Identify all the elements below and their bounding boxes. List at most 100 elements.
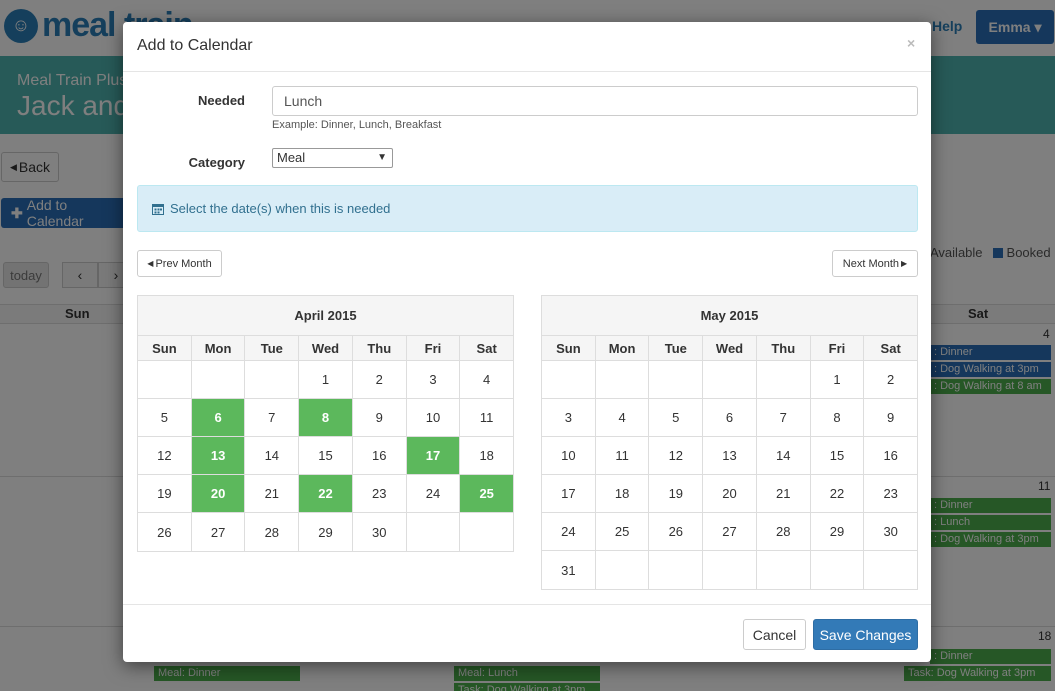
day-cell[interactable]: 28 xyxy=(757,513,811,550)
day-cell[interactable]: 4 xyxy=(460,361,513,398)
day-cell[interactable]: 4 xyxy=(596,399,650,436)
day-cell[interactable]: 16 xyxy=(353,437,407,474)
empty-day-cell xyxy=(703,551,757,589)
day-cell[interactable]: 20 xyxy=(191,475,246,512)
day-cell[interactable]: 1 xyxy=(299,361,353,398)
week-row: 24 25 26 27 28 29 30 xyxy=(542,513,917,551)
empty-day-cell xyxy=(138,361,192,398)
day-cell[interactable]: 18 xyxy=(596,475,650,512)
day-cell[interactable]: 14 xyxy=(245,437,300,474)
day-cell[interactable]: 24 xyxy=(542,513,596,550)
day-cell[interactable]: 5 xyxy=(649,399,704,436)
day-cell[interactable]: 3 xyxy=(542,399,596,436)
week-row: 19 20 21 22 23 24 25 xyxy=(138,475,514,513)
day-cell[interactable]: 25 xyxy=(596,513,650,550)
day-cell[interactable]: 6 xyxy=(703,399,757,436)
caret-down-icon: ▼ xyxy=(377,152,387,163)
modal-footer: Cancel Save Changes xyxy=(123,604,931,662)
day-cell[interactable]: 13 xyxy=(191,437,246,474)
day-cell[interactable]: 2 xyxy=(864,361,917,398)
week-row: 3456789 xyxy=(542,399,917,437)
caret-left-icon: ◀ xyxy=(147,259,154,268)
day-cell[interactable]: 11 xyxy=(460,399,513,436)
weekday-label: Mon xyxy=(596,336,650,360)
day-cell[interactable]: 15 xyxy=(811,437,865,474)
day-cell[interactable]: 17 xyxy=(406,437,461,474)
empty-day-cell xyxy=(757,551,811,589)
day-cell[interactable]: 3 xyxy=(407,361,461,398)
day-cell[interactable]: 30 xyxy=(864,513,917,550)
day-cell[interactable]: 31 xyxy=(542,551,596,589)
day-cell[interactable]: 25 xyxy=(460,475,514,512)
day-cell[interactable]: 18 xyxy=(460,437,513,474)
day-cell[interactable]: 19 xyxy=(649,475,704,512)
day-cell[interactable]: 1 xyxy=(811,361,865,398)
category-label: Category xyxy=(188,155,245,170)
day-cell[interactable]: 7 xyxy=(757,399,811,436)
day-cell[interactable]: 29 xyxy=(299,513,353,551)
day-cell[interactable]: 9 xyxy=(864,399,917,436)
add-to-calendar-modal: Add to Calendar × Needed Lunch Example: … xyxy=(123,22,931,662)
day-cell[interactable]: 15 xyxy=(299,437,353,474)
category-select[interactable]: Meal ▼ xyxy=(272,148,393,168)
day-cell[interactable]: 30 xyxy=(353,513,407,551)
day-cell[interactable]: 17 xyxy=(542,475,596,512)
day-cell[interactable]: 12 xyxy=(138,437,192,474)
day-cell[interactable]: 8 xyxy=(811,399,865,436)
weekday-label: Tue xyxy=(649,336,704,360)
next-month-label: Next Month xyxy=(842,257,900,270)
weekday-header-row: Sun Mon Tue Wed Thu Fri Sat xyxy=(138,336,513,361)
save-changes-button[interactable]: Save Changes xyxy=(813,619,918,650)
weekday-header-row: Sun Mon Tue Wed Thu Fri Sat xyxy=(542,336,917,361)
cancel-button[interactable]: Cancel xyxy=(743,619,806,650)
day-cell[interactable]: 28 xyxy=(245,513,300,551)
day-cell[interactable]: 11 xyxy=(596,437,650,474)
day-cell[interactable]: 24 xyxy=(407,475,461,512)
empty-day-cell xyxy=(542,361,596,398)
day-cell[interactable]: 26 xyxy=(649,513,704,550)
next-month-button[interactable]: Next Month ▶ xyxy=(832,250,918,277)
empty-day-cell xyxy=(596,551,650,589)
weekday-label: Wed xyxy=(703,336,757,360)
day-cell[interactable]: 12 xyxy=(649,437,704,474)
weekday-label: Sat xyxy=(880,340,901,356)
day-cell[interactable]: 22 xyxy=(811,475,865,512)
weekday-label: Tue xyxy=(245,336,300,360)
day-cell[interactable]: 21 xyxy=(757,475,811,512)
day-cell[interactable]: 13 xyxy=(703,437,757,474)
day-cell[interactable]: 2 xyxy=(353,361,407,398)
day-cell[interactable]: 27 xyxy=(192,513,246,551)
alert-text: Select the date(s) when this is needed xyxy=(170,201,391,216)
close-icon[interactable]: × xyxy=(907,35,915,51)
needed-label: Needed xyxy=(198,93,245,108)
day-cell[interactable]: 19 xyxy=(138,475,192,512)
day-cell[interactable]: 23 xyxy=(353,475,407,512)
day-cell[interactable]: 29 xyxy=(811,513,865,550)
modal-header: Add to Calendar × xyxy=(123,22,931,72)
day-cell[interactable]: 10 xyxy=(407,399,461,436)
needed-input[interactable]: Lunch xyxy=(272,86,918,116)
day-cell[interactable]: 9 xyxy=(353,399,407,436)
empty-day-cell xyxy=(703,361,757,398)
day-cell[interactable]: 7 xyxy=(245,399,300,436)
day-cell[interactable]: 16 xyxy=(864,437,917,474)
day-cell[interactable]: 20 xyxy=(703,475,757,512)
day-cell[interactable]: 8 xyxy=(299,399,353,436)
weekday-label: Sat xyxy=(476,340,497,356)
prev-month-button[interactable]: ◀ Prev Month xyxy=(137,250,222,277)
day-cell[interactable]: 6 xyxy=(191,399,246,436)
day-cell[interactable]: 26 xyxy=(138,513,192,551)
day-cell[interactable]: 22 xyxy=(299,475,353,512)
day-cell[interactable]: 27 xyxy=(703,513,757,550)
weekday-label: Wed xyxy=(299,336,353,360)
caret-right-icon: ▶ xyxy=(901,259,908,268)
day-cell[interactable]: 10 xyxy=(542,437,596,474)
month-calendar-april: April 2015 Sun Mon Tue Wed Thu Fri Sat 1 2 3 4 5 6 7 8 9… xyxy=(137,295,514,552)
weekday-label: Sun xyxy=(138,336,192,360)
day-cell[interactable]: 21 xyxy=(245,475,300,512)
day-cell[interactable]: 5 xyxy=(138,399,192,436)
month-calendar-may: May 2015 Sun Mon Tue Wed Thu Fri Sat 1 2 3 4 5 6 7 8 9 10… xyxy=(541,295,918,590)
day-cell[interactable]: 23 xyxy=(864,475,917,512)
empty-day-cell xyxy=(460,513,513,551)
day-cell[interactable]: 14 xyxy=(757,437,811,474)
